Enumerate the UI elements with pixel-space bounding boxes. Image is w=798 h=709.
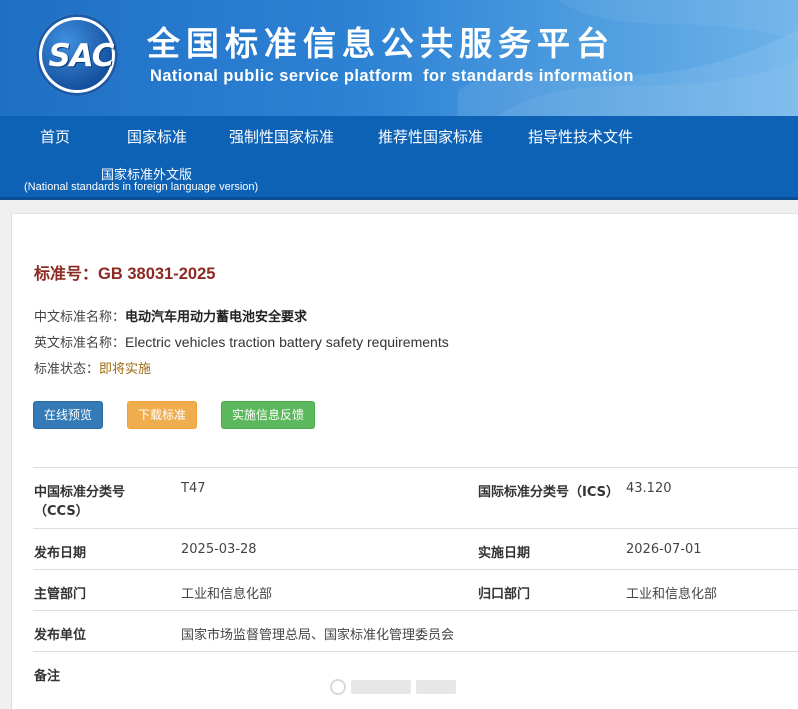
status-value: 即将实施 [99, 362, 152, 377]
nav-guidance-documents[interactable]: 指导性技术文件 [528, 126, 633, 147]
cn-name-label: 中文标准名称： [34, 310, 126, 325]
status-label: 标准状态： [34, 362, 100, 377]
dept-value: 工业和信息化部 [181, 587, 273, 602]
sac-logo[interactable]: SAC [36, 14, 118, 96]
ccs-label: 中国标准分类号 [34, 485, 126, 500]
table-divider [33, 651, 798, 652]
status-row: 标准状态：即将实施 [34, 358, 151, 377]
nav-mandatory-standards[interactable]: 强制性国家标准 [229, 126, 334, 147]
impl-date-label: 实施日期 [478, 546, 531, 561]
ccs-value: T47 [181, 481, 206, 496]
table-divider [33, 528, 798, 529]
nav-national-standards[interactable]: 国家标准 [127, 126, 187, 147]
nav-foreign-version-en[interactable]: (National standards in foreign language … [24, 181, 258, 193]
standard-number: 标准号：GB 38031-2025 [34, 260, 215, 284]
table-divider [33, 569, 798, 570]
standard-number-value: GB 38031-2025 [98, 265, 216, 283]
central-dept-label: 归口部门 [478, 587, 531, 602]
publish-date-label: 发布日期 [34, 546, 87, 561]
en-name-row: 英文标准名称：Electric vehicles traction batter… [34, 332, 449, 351]
central-dept-value: 工业和信息化部 [626, 587, 718, 602]
en-name-value: Electric vehicles traction battery safet… [125, 334, 449, 350]
watermark-blur [351, 680, 411, 694]
site-header: SAC 全国标准信息公共服务平台 National public service… [0, 0, 798, 116]
ics-label: 国际标准分类号（ICS） [478, 485, 619, 500]
cn-name-value: 电动汽车用动力蓄电池安全要求 [125, 310, 308, 325]
cn-name-row: 中文标准名称：电动汽车用动力蓄电池安全要求 [34, 306, 307, 325]
publish-date-value: 2025-03-28 [181, 542, 257, 557]
nav-home[interactable]: 首页 [40, 126, 70, 147]
dept-label: 主管部门 [34, 587, 87, 602]
feedback-button[interactable]: 实施信息反馈 [221, 401, 315, 429]
en-name-label: 英文标准名称： [34, 336, 126, 351]
ccs-label-suffix: （CCS） [34, 504, 89, 519]
download-button[interactable]: 下载标准 [127, 401, 197, 429]
main-nav: 首页 国家标准 强制性国家标准 推荐性国家标准 指导性技术文件 国家标准外文版 … [0, 116, 798, 200]
site-title-en: National public service platform for sta… [150, 67, 634, 85]
issuer-label: 发布单位 [34, 628, 87, 643]
nav-recommended-standards[interactable]: 推荐性国家标准 [378, 126, 483, 147]
issuer-value: 国家市场监督管理总局、国家标准化管理委员会 [181, 628, 455, 643]
preview-button[interactable]: 在线预览 [33, 401, 103, 429]
remark-label: 备注 [34, 669, 61, 684]
impl-date-value: 2026-07-01 [626, 542, 702, 557]
watermark [330, 676, 470, 698]
logo-text: SAC [48, 38, 114, 74]
ics-value: 43.120 [626, 481, 672, 496]
standard-number-label: 标准号： [34, 264, 99, 283]
watermark-blur [416, 680, 456, 694]
table-divider [33, 467, 798, 468]
watermark-icon [330, 679, 346, 695]
site-title-zh: 全国标准信息公共服务平台 [147, 24, 615, 63]
table-divider [33, 610, 798, 611]
